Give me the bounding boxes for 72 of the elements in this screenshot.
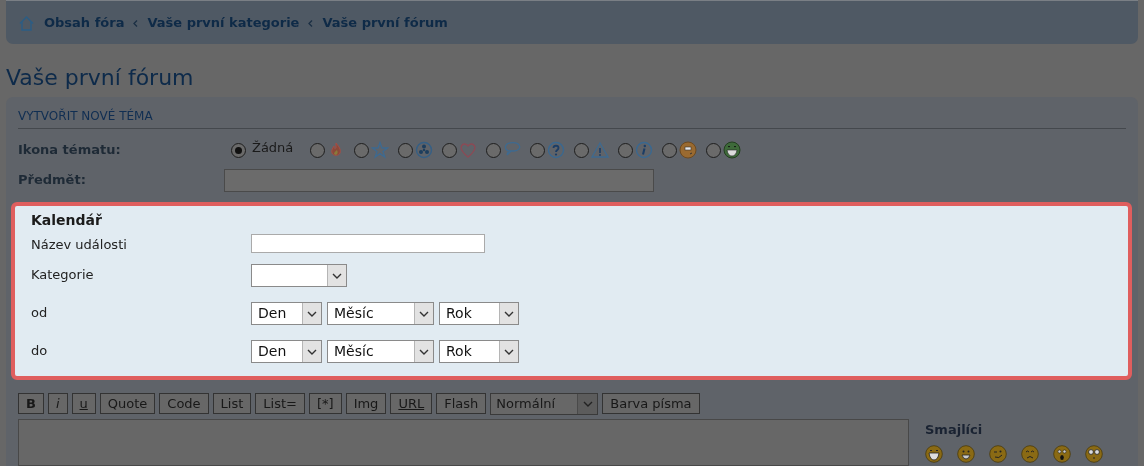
toolbar-button[interactable]: B <box>18 393 44 414</box>
calendar-title: Kalendář <box>31 211 103 230</box>
grinning-face-icon <box>723 141 742 159</box>
message-textarea[interactable] <box>18 419 909 466</box>
section-heading: VYTVOŘIT NOVÉ TÉMA <box>18 107 1126 129</box>
month-dropdown[interactable]: Měsíc <box>327 302 434 325</box>
chevron-down-icon <box>582 401 593 407</box>
radio-button[interactable] <box>706 142 722 158</box>
star-icon <box>371 141 390 159</box>
toolbar-button[interactable]: Barva písma <box>602 393 700 414</box>
font-size-dropdown[interactable]: Normální <box>490 393 599 415</box>
toolbar-button[interactable]: Quote <box>99 393 156 414</box>
day-dropdown[interactable]: Den <box>251 302 322 325</box>
field-label: Kategorie <box>31 266 95 284</box>
toolbar-button[interactable]: Code <box>159 393 209 414</box>
face-icon <box>679 141 698 159</box>
breadcrumb-link[interactable]: Obsah fóra <box>44 13 125 33</box>
winking-face-icon[interactable] <box>989 444 1007 463</box>
radio-button[interactable] <box>662 142 678 158</box>
chevron-down-icon <box>419 348 429 355</box>
radio-button[interactable] <box>442 142 458 158</box>
chevron-down-icon <box>419 310 429 317</box>
field-label: Předmět: <box>18 171 87 190</box>
sad-face-icon[interactable] <box>1021 444 1039 463</box>
radio-button[interactable] <box>398 142 414 158</box>
question-icon <box>547 141 566 159</box>
info-icon <box>635 141 654 159</box>
radio-button[interactable] <box>618 142 634 158</box>
year-dropdown[interactable]: Rok <box>439 340 519 363</box>
chevron-left-icon <box>308 19 314 27</box>
option-label: Žádná <box>252 139 294 158</box>
page-title: Vaše první fórum <box>6 64 195 92</box>
radio-button[interactable] <box>574 142 590 158</box>
chevron-down-icon <box>504 310 514 317</box>
chevron-down-icon <box>504 348 514 355</box>
toolbar-button[interactable]: URL <box>390 393 433 414</box>
year-dropdown[interactable]: Rok <box>439 302 519 325</box>
smileys-title: Smajlíci <box>925 421 984 439</box>
heart-icon <box>459 141 478 159</box>
event-name-field[interactable] <box>251 234 485 253</box>
day-dropdown[interactable]: Den <box>251 340 322 363</box>
month-dropdown[interactable]: Měsíc <box>327 340 434 363</box>
toolbar-button[interactable]: Img <box>345 393 387 414</box>
home-icon <box>18 14 35 32</box>
field-label: do <box>31 342 49 360</box>
toolbar-button[interactable]: u <box>71 393 96 414</box>
field-label: Ikona tématu: <box>18 141 122 160</box>
toolbar-button[interactable]: [*] <box>308 393 342 414</box>
toolbar-button[interactable]: Flash <box>436 393 487 414</box>
radio-button[interactable] <box>231 142 246 158</box>
grinning-face-icon[interactable] <box>957 444 975 463</box>
breadcrumb-link[interactable]: Vaše první fórum <box>322 13 448 33</box>
radiation-icon <box>415 141 434 159</box>
surprised-face-icon[interactable] <box>1053 444 1071 463</box>
toolbar-button[interactable]: List= <box>255 393 305 414</box>
chevron-down-icon <box>307 348 317 355</box>
field-label: od <box>31 304 49 322</box>
subject-field[interactable] <box>224 168 654 192</box>
radio-button[interactable] <box>354 142 370 158</box>
radio-button[interactable] <box>530 142 546 158</box>
toolbar-button[interactable]: List <box>212 393 252 414</box>
chevron-down-icon <box>307 310 317 317</box>
category-dropdown[interactable] <box>251 264 347 287</box>
chevron-left-icon <box>133 19 139 27</box>
radio-button[interactable] <box>486 142 502 158</box>
warning-icon <box>591 141 610 159</box>
glasses-face-icon[interactable] <box>1085 444 1103 463</box>
laughing-face-icon[interactable] <box>925 444 943 463</box>
radio-button[interactable] <box>310 142 326 158</box>
field-label: Název události <box>31 236 128 254</box>
breadcrumb-link[interactable]: Vaše první kategorie <box>147 13 300 33</box>
chevron-down-icon <box>332 272 342 279</box>
